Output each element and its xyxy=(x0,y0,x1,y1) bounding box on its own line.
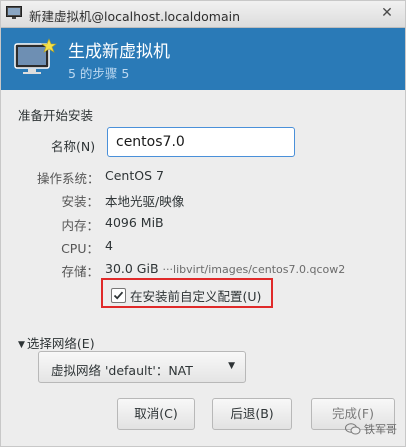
network-select[interactable]: 虚拟网络 'default'：NAT ▼ xyxy=(38,351,246,383)
os-value: CentOS 7 xyxy=(105,168,164,183)
name-input[interactable] xyxy=(107,127,295,157)
customize-checkbox[interactable] xyxy=(111,288,126,303)
storage-path: ···libvirt/images/centos7.0.qcow2 xyxy=(162,263,346,276)
storage-label: 存储： xyxy=(61,264,99,279)
dialog-window: 新建虚拟机@localhost.localdomain ✕ 生成新虚拟机 5 的… xyxy=(0,0,406,447)
section-label: 准备开始安装 xyxy=(18,108,94,123)
step-indicator: 5 的步骤 5 xyxy=(68,66,130,81)
memory-value: 4096 MiB xyxy=(105,215,164,230)
cancel-button[interactable]: 取消(C) xyxy=(117,398,195,430)
virt-manager-icon xyxy=(6,6,22,19)
customize-checkbox-row[interactable]: 在安装前自定义配置(U) xyxy=(111,286,262,304)
title-bar: 新建虚拟机@localhost.localdomain ✕ xyxy=(1,1,405,28)
memory-label: 内存： xyxy=(61,218,99,233)
watermark-text: 铁军哥 xyxy=(364,423,397,436)
new-vm-icon xyxy=(14,38,57,74)
back-button[interactable]: 后退(B) xyxy=(212,398,292,430)
watermark: 铁军哥 xyxy=(345,421,397,437)
page-title: 生成新虚拟机 xyxy=(68,42,170,62)
window-title: 新建虚拟机@localhost.localdomain xyxy=(29,9,241,24)
storage-size: 30.0 GiB xyxy=(105,261,159,276)
network-expander-label: 选择网络(E) xyxy=(26,336,95,351)
dialog-content: 准备开始安装 名称(N) 操作系统： CentOS 7 安装： 本地光驱/映像 … xyxy=(1,90,405,446)
checkmark-icon xyxy=(113,291,124,300)
os-label: 操作系统： xyxy=(37,171,100,186)
customize-label: 在安装前自定义配置(U) xyxy=(130,289,262,304)
network-expander[interactable]: ▼ 选择网络(E) xyxy=(18,333,95,352)
header-banner: 生成新虚拟机 5 的步骤 5 xyxy=(1,28,405,90)
cpu-value: 4 xyxy=(105,238,113,253)
dropdown-arrow-icon: ▼ xyxy=(228,361,235,371)
name-label: 名称(N) xyxy=(51,139,96,154)
cpu-label: CPU： xyxy=(61,241,99,256)
expander-down-arrow-icon: ▼ xyxy=(18,340,25,350)
network-selected-value: 虚拟网络 'default'：NAT xyxy=(51,363,193,378)
close-icon[interactable]: ✕ xyxy=(379,5,395,21)
install-value: 本地光驱/映像 xyxy=(105,194,185,209)
wechat-icon xyxy=(345,423,361,435)
storage-value: 30.0 GiB ···libvirt/images/centos7.0.qco… xyxy=(105,261,345,276)
install-label: 安装： xyxy=(61,194,99,209)
